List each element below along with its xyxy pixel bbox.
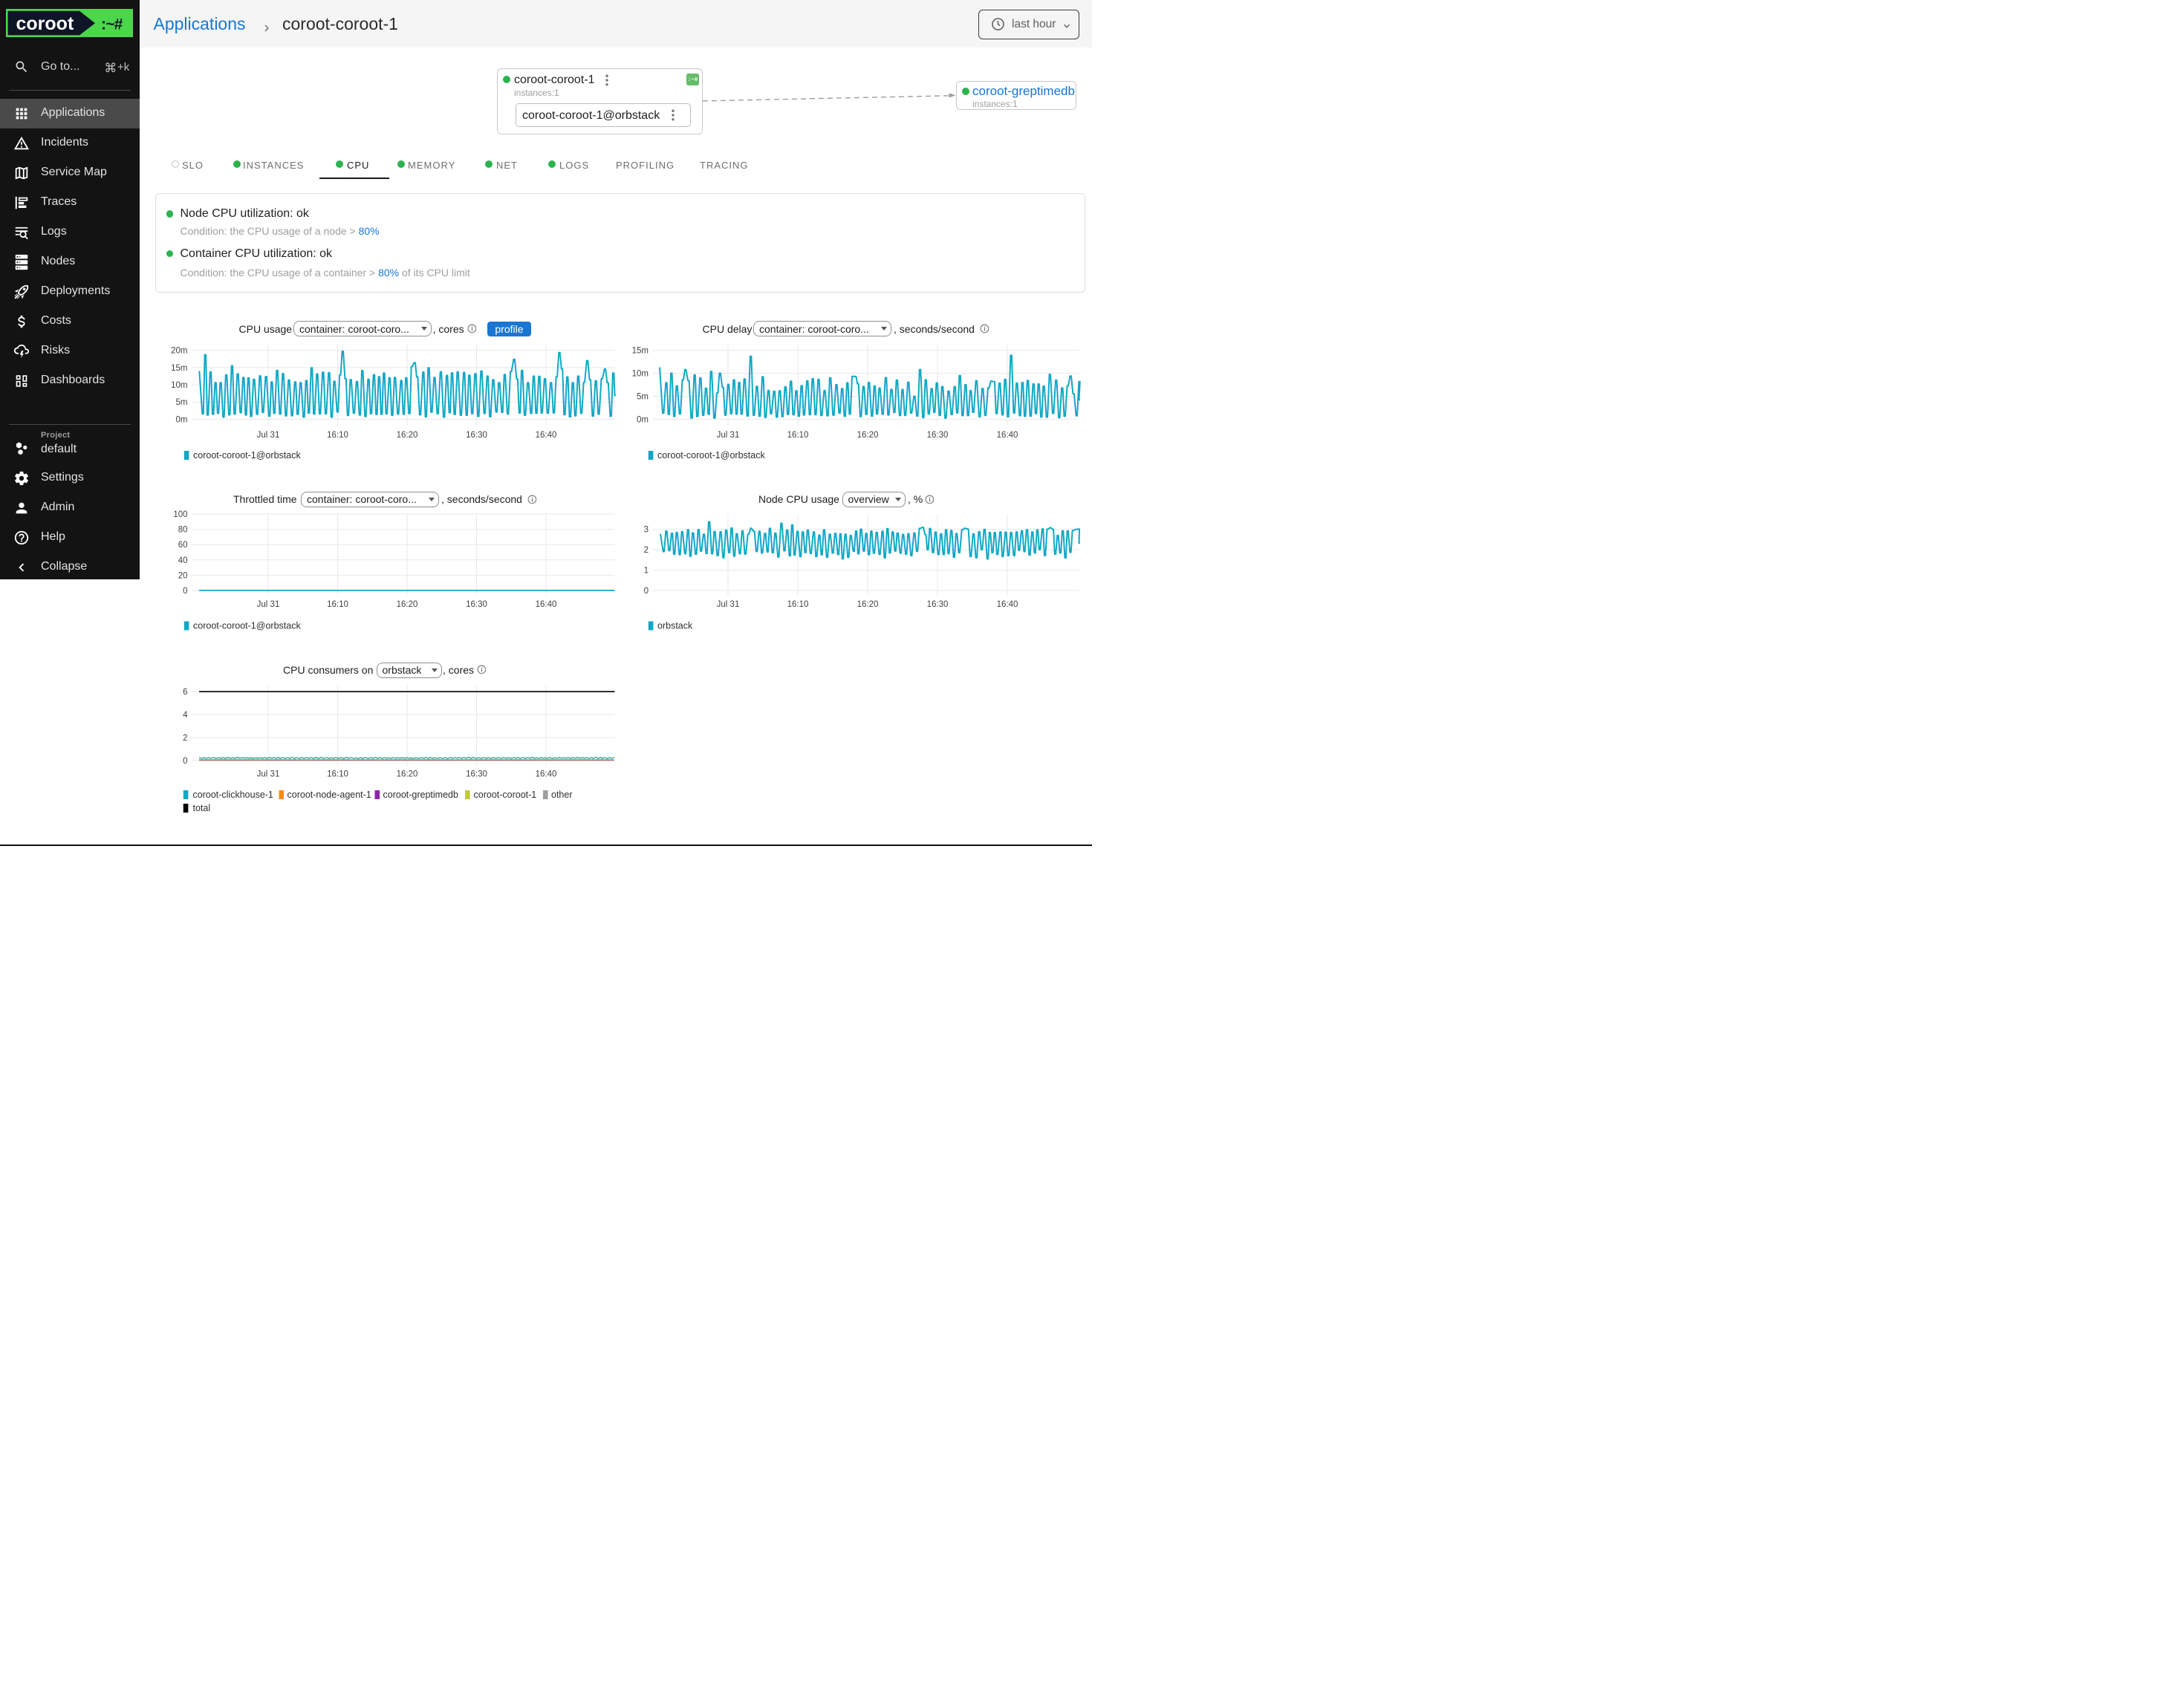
svg-text:total: total: [193, 803, 211, 813]
svg-text:3: 3: [644, 526, 649, 535]
svg-text:0: 0: [183, 587, 187, 596]
svg-text:0m: 0m: [637, 415, 649, 424]
svg-text:16:10: 16:10: [327, 431, 348, 440]
svg-text:100: 100: [173, 510, 187, 519]
svg-text:coroot-coroot-1: coroot-coroot-1: [474, 790, 537, 800]
svg-text:Jul 31: Jul 31: [257, 770, 280, 779]
svg-text:16:10: 16:10: [327, 600, 348, 609]
svg-text:16:10: 16:10: [787, 431, 809, 440]
svg-text:40: 40: [178, 556, 188, 565]
svg-text:coroot-coroot-1@orbstack: coroot-coroot-1@orbstack: [193, 450, 301, 461]
svg-text:16:30: 16:30: [927, 431, 949, 440]
svg-text:2: 2: [644, 546, 649, 555]
svg-text:10m: 10m: [171, 381, 187, 390]
svg-text:0: 0: [183, 757, 187, 766]
svg-text:16:30: 16:30: [927, 600, 949, 609]
svg-text:coroot-coroot-1@orbstack: coroot-coroot-1@orbstack: [193, 620, 301, 631]
svg-text:15m: 15m: [171, 364, 187, 373]
svg-text:16:40: 16:40: [536, 431, 557, 440]
svg-text:16:20: 16:20: [397, 770, 418, 779]
svg-text:15m: 15m: [632, 347, 649, 356]
svg-text:10m: 10m: [632, 370, 649, 379]
svg-text:80: 80: [178, 526, 188, 535]
svg-text:16:10: 16:10: [787, 600, 809, 609]
svg-text:16:20: 16:20: [397, 431, 418, 440]
svg-text:16:30: 16:30: [466, 431, 487, 440]
svg-text:coroot-clickhouse-1: coroot-clickhouse-1: [193, 790, 273, 800]
svg-text:16:40: 16:40: [997, 431, 1018, 440]
svg-text:orbstack: orbstack: [657, 620, 693, 631]
svg-text:other: other: [551, 790, 573, 800]
svg-text:16:20: 16:20: [857, 600, 879, 609]
svg-text:Jul 31: Jul 31: [717, 431, 740, 440]
svg-text:16:40: 16:40: [536, 770, 557, 779]
svg-text:16:30: 16:30: [466, 600, 487, 609]
svg-text:coroot-greptimedb: coroot-greptimedb: [383, 790, 458, 800]
svg-text:6: 6: [183, 688, 187, 697]
svg-text:5m: 5m: [637, 393, 649, 402]
svg-text:0: 0: [644, 587, 649, 596]
svg-text:Jul 31: Jul 31: [257, 431, 280, 440]
svg-text:coroot-node-agent-1: coroot-node-agent-1: [287, 790, 371, 800]
svg-text:4: 4: [183, 711, 188, 720]
svg-text:20: 20: [178, 571, 188, 580]
svg-text:1: 1: [644, 567, 649, 576]
svg-text:coroot-coroot-1@orbstack: coroot-coroot-1@orbstack: [657, 450, 765, 461]
svg-text:16:10: 16:10: [327, 770, 348, 779]
svg-text:Jul 31: Jul 31: [257, 600, 280, 609]
svg-text:2: 2: [183, 734, 187, 743]
svg-text:16:20: 16:20: [397, 600, 418, 609]
svg-text:0m: 0m: [176, 415, 188, 424]
svg-text:16:40: 16:40: [997, 600, 1018, 609]
svg-text:16:40: 16:40: [536, 600, 557, 609]
svg-text:Jul 31: Jul 31: [717, 600, 740, 609]
svg-text:60: 60: [178, 541, 188, 550]
svg-text:16:30: 16:30: [466, 770, 487, 779]
svg-text:16:20: 16:20: [857, 431, 879, 440]
svg-text:20m: 20m: [171, 347, 187, 356]
svg-text:5m: 5m: [176, 398, 188, 407]
